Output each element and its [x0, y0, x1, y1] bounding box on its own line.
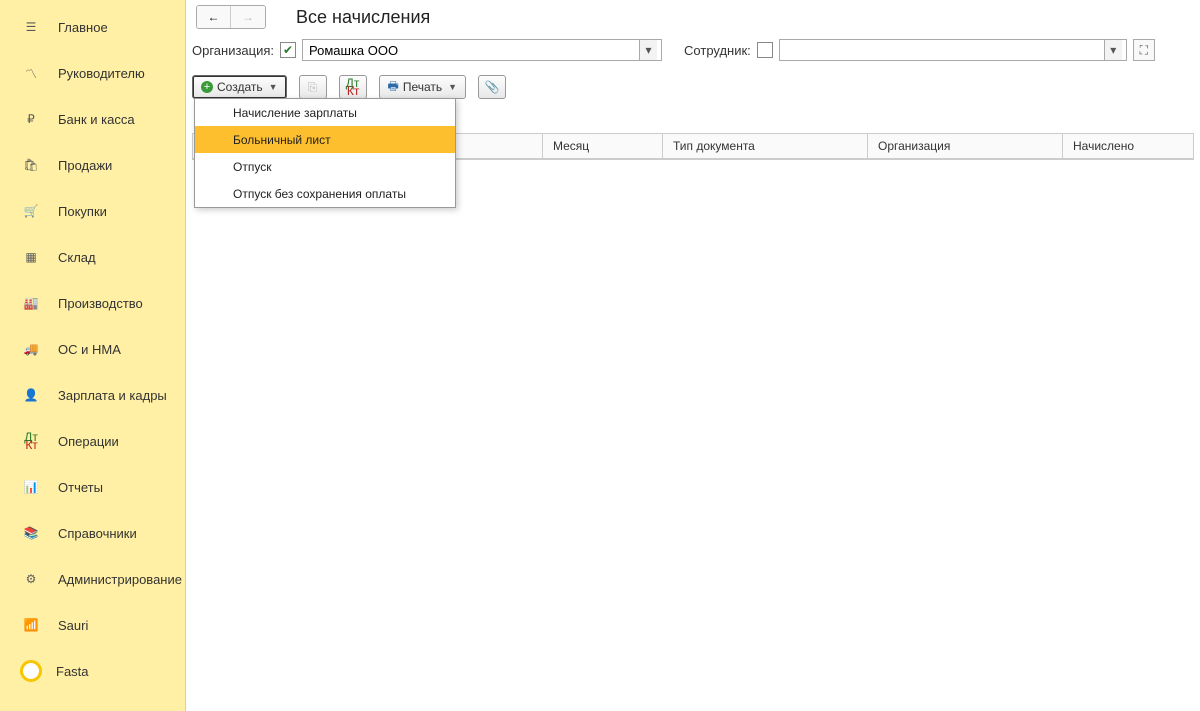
- sidebar-item-sales[interactable]: 🛍 Продажи: [0, 142, 185, 188]
- create-menu-payroll[interactable]: Начисление зарплаты: [195, 99, 455, 126]
- attach-button[interactable]: 📎: [478, 75, 506, 99]
- main-area: ← → Все начисления Организация: ▾ Сотруд…: [185, 0, 1200, 711]
- truck-icon: 🚚: [22, 342, 40, 356]
- print-label: Печать: [403, 80, 442, 94]
- sidebar-item-warehouse[interactable]: ▦ Склад: [0, 234, 185, 280]
- books-icon: 📚: [22, 526, 40, 540]
- sidebar-item-purchases[interactable]: 🛒 Покупки: [0, 188, 185, 234]
- ruble-icon: ₽: [22, 112, 40, 126]
- sidebar-label: Fasta: [56, 664, 89, 679]
- menu-item-label: Больничный лист: [233, 133, 331, 147]
- sidebar-label: Зарплата и кадры: [58, 388, 167, 403]
- sidebar-label: Продажи: [58, 158, 112, 173]
- printer-icon: 🖶: [388, 77, 399, 98]
- print-button[interactable]: 🖶 Печать ▼: [379, 75, 467, 99]
- col-month[interactable]: Месяц: [543, 134, 663, 158]
- box-icon: 🛍: [22, 158, 40, 172]
- caret-down-icon: ▼: [448, 82, 457, 92]
- topbar: ← → Все начисления: [186, 0, 1200, 34]
- create-dropdown: Начисление зарплаты Больничный лист Отпу…: [194, 98, 456, 208]
- dtkt-icon: ДтКт: [346, 79, 360, 95]
- sidebar-label: ОС и НМА: [58, 342, 121, 357]
- org-input[interactable]: [303, 40, 639, 60]
- sidebar-label: Банк и касса: [58, 112, 135, 127]
- menu-item-label: Отпуск без сохранения оплаты: [233, 187, 406, 201]
- emp-input[interactable]: [780, 40, 1104, 60]
- emp-checkbox[interactable]: [757, 42, 773, 58]
- menu-icon: ☰: [22, 20, 40, 34]
- sidebar-label: Руководителю: [58, 66, 145, 81]
- sidebar-item-reports[interactable]: 📊 Отчеты: [0, 464, 185, 510]
- chart-icon: 📊: [22, 480, 40, 494]
- dtkt-icon: ДтКт: [22, 433, 40, 449]
- col-accrued[interactable]: Начислено: [1063, 134, 1193, 158]
- dropdown-icon[interactable]: ▾: [1104, 40, 1122, 60]
- sidebar-item-sauri[interactable]: 📶 Sauri: [0, 602, 185, 648]
- create-button[interactable]: + Создать ▼: [192, 75, 287, 99]
- nav-forward-button[interactable]: →: [231, 6, 265, 28]
- filter-bar: Организация: ▾ Сотрудник: ▾ ⛶: [186, 36, 1200, 64]
- sidebar: ☰ Главное 〽 Руководителю ₽ Банк и касса …: [0, 0, 185, 711]
- sidebar-label: Склад: [58, 250, 96, 265]
- person-icon: 👤: [22, 388, 40, 402]
- caret-down-icon: ▼: [269, 82, 278, 92]
- sidebar-label: Sauri: [58, 618, 88, 633]
- nav-buttons: ← →: [196, 5, 266, 29]
- org-label: Организация:: [192, 43, 274, 58]
- page-title: Все начисления: [296, 7, 430, 28]
- org-combo[interactable]: ▾: [302, 39, 662, 61]
- sauri-icon: 📶: [22, 618, 40, 632]
- sidebar-item-assets[interactable]: 🚚 ОС и НМА: [0, 326, 185, 372]
- sidebar-label: Главное: [58, 20, 108, 35]
- dtkt-button[interactable]: ДтКт: [339, 75, 367, 99]
- menu-item-label: Отпуск: [233, 160, 271, 174]
- create-menu-vacation[interactable]: Отпуск: [195, 153, 455, 180]
- sidebar-item-bank[interactable]: ₽ Банк и касса: [0, 96, 185, 142]
- emp-label: Сотрудник:: [684, 43, 751, 58]
- sidebar-item-salary[interactable]: 👤 Зарплата и кадры: [0, 372, 185, 418]
- gear-icon: ⚙: [22, 572, 40, 586]
- create-menu-unpaid-vacation[interactable]: Отпуск без сохранения оплаты: [195, 180, 455, 207]
- sidebar-item-production[interactable]: 🏭 Производство: [0, 280, 185, 326]
- create-label: Создать: [217, 80, 263, 94]
- sidebar-label: Производство: [58, 296, 143, 311]
- cart-icon: 🛒: [22, 204, 40, 218]
- warehouse-icon: ▦: [22, 250, 40, 264]
- sidebar-item-main[interactable]: ☰ Главное: [0, 4, 185, 50]
- expand-button[interactable]: ⛶: [1133, 39, 1155, 61]
- nav-back-button[interactable]: ←: [197, 6, 231, 28]
- sidebar-item-references[interactable]: 📚 Справочники: [0, 510, 185, 556]
- col-org[interactable]: Организация: [868, 134, 1063, 158]
- copy-icon: ⎘: [308, 80, 318, 95]
- org-checkbox[interactable]: [280, 42, 296, 58]
- factory-icon: 🏭: [22, 296, 40, 310]
- plus-icon: +: [201, 81, 213, 93]
- sidebar-label: Администрирование: [58, 572, 182, 587]
- paperclip-icon: 📎: [485, 80, 500, 94]
- sidebar-item-admin[interactable]: ⚙ Администрирование: [0, 556, 185, 602]
- sidebar-item-fasta[interactable]: Fasta: [0, 648, 185, 694]
- sidebar-label: Операции: [58, 434, 119, 449]
- sidebar-label: Отчеты: [58, 480, 103, 495]
- dropdown-icon[interactable]: ▾: [639, 40, 657, 60]
- emp-combo[interactable]: ▾: [779, 39, 1127, 61]
- sidebar-item-manager[interactable]: 〽 Руководителю: [0, 50, 185, 96]
- create-menu-sickleave[interactable]: Больничный лист: [195, 126, 455, 153]
- fasta-icon: [20, 660, 42, 682]
- sidebar-label: Справочники: [58, 526, 137, 541]
- trend-icon: 〽: [22, 65, 40, 82]
- menu-item-label: Начисление зарплаты: [233, 106, 357, 120]
- col-doctype[interactable]: Тип документа: [663, 134, 868, 158]
- sidebar-item-operations[interactable]: ДтКт Операции: [0, 418, 185, 464]
- copy-button[interactable]: ⎘: [299, 75, 327, 99]
- sidebar-label: Покупки: [58, 204, 107, 219]
